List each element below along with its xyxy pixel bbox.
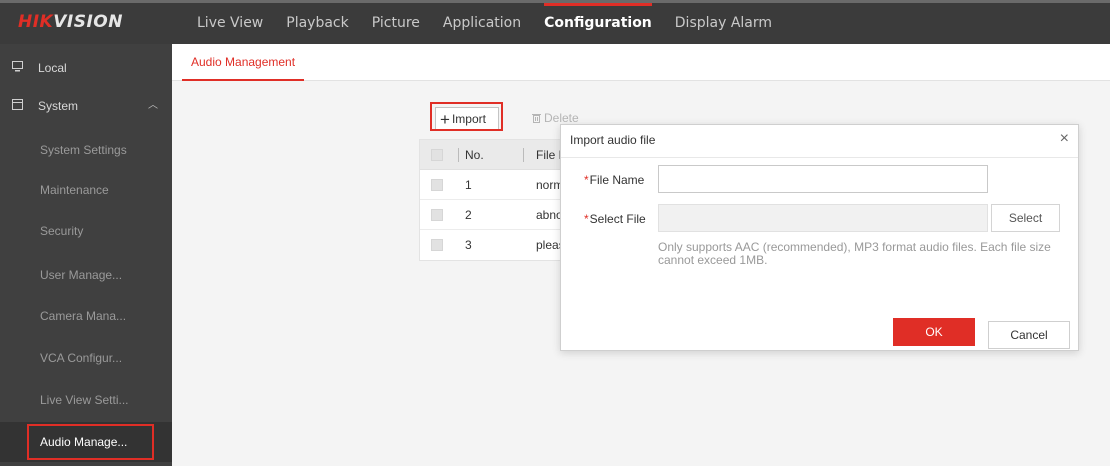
- tab-audio-management[interactable]: Audio Management: [182, 44, 305, 81]
- sidebar-item-label: System Settings: [40, 143, 127, 157]
- row-checkbox[interactable]: [431, 209, 443, 221]
- table-header: No. File N: [420, 140, 578, 170]
- ok-button[interactable]: OK: [893, 318, 975, 346]
- required-mark: *: [584, 212, 589, 226]
- select-file-path-field: [658, 204, 988, 232]
- delete-label: Delete: [544, 111, 579, 125]
- sidebar-item-live-view-settings[interactable]: Live View Setti...: [0, 380, 172, 420]
- hikvision-logo: HIKVISION: [18, 12, 123, 32]
- sidebar-item-user-management[interactable]: User Manage...: [0, 255, 172, 295]
- required-mark: *: [584, 173, 589, 187]
- logo-part1: HIK: [18, 12, 54, 32]
- sidebar-item-system-settings[interactable]: System Settings: [0, 130, 172, 170]
- system-icon: [12, 99, 23, 110]
- nav-application[interactable]: Application: [443, 0, 521, 44]
- file-name-input[interactable]: [658, 165, 988, 193]
- select-file-label: *Select File: [584, 212, 646, 226]
- audio-table: No. File N 1 norm 2 abno 3 pleas: [419, 139, 579, 261]
- select-all-checkbox[interactable]: [431, 149, 443, 161]
- table-row[interactable]: 3 pleas: [420, 230, 578, 260]
- sidebar-item-label: System: [38, 99, 79, 113]
- table-row[interactable]: 1 norm: [420, 170, 578, 200]
- import-audio-dialog: Import audio file × *File Name *Select F…: [560, 124, 1079, 351]
- sidebar: Local System ︿ System Settings Maintenan…: [0, 44, 172, 466]
- close-icon[interactable]: ×: [1060, 129, 1069, 149]
- cancel-button[interactable]: Cancel: [988, 321, 1070, 349]
- row-no: 2: [465, 208, 472, 222]
- highlight-box: [27, 424, 154, 460]
- sidebar-item-label: User Manage...: [40, 268, 123, 282]
- sidebar-item-security[interactable]: Security: [0, 211, 172, 251]
- sidebar-item-maintenance[interactable]: Maintenance: [0, 170, 172, 210]
- main-nav: Live View Playback Picture Application C…: [197, 0, 795, 44]
- select-file-button[interactable]: Select: [991, 204, 1060, 232]
- top-bar: HIKVISION Live View Playback Picture App…: [0, 0, 1110, 44]
- trash-icon: [532, 114, 541, 123]
- row-no: 1: [465, 178, 472, 192]
- divider: [561, 157, 1078, 158]
- select-file-label-text: Select File: [589, 212, 646, 226]
- nav-display-alarm[interactable]: Display Alarm: [675, 0, 772, 44]
- sidebar-item-label: Maintenance: [40, 183, 109, 197]
- table-row[interactable]: 2 abno: [420, 200, 578, 230]
- sidebar-item-camera-management[interactable]: Camera Mana...: [0, 296, 172, 336]
- sidebar-item-label: Local: [38, 61, 67, 75]
- monitor-icon: [12, 61, 23, 72]
- column-divider: [458, 148, 459, 162]
- nav-configuration[interactable]: Configuration: [544, 0, 652, 44]
- chevron-up-icon[interactable]: ︿: [148, 86, 158, 126]
- highlight-box: [430, 102, 503, 131]
- row-checkbox[interactable]: [431, 239, 443, 251]
- nav-live-view[interactable]: Live View: [197, 0, 263, 44]
- sidebar-item-system[interactable]: System ︿: [0, 86, 172, 126]
- sidebar-item-label: VCA Configur...: [40, 351, 123, 365]
- sidebar-item-vca-configuration[interactable]: VCA Configur...: [0, 338, 172, 378]
- sidebar-item-label: Camera Mana...: [40, 309, 127, 323]
- dialog-title: Import audio file: [570, 133, 656, 147]
- row-checkbox[interactable]: [431, 179, 443, 191]
- sidebar-item-local[interactable]: Local: [0, 48, 172, 88]
- header-no: No.: [465, 148, 484, 162]
- row-no: 3: [465, 238, 472, 252]
- logo-part2: VISION: [53, 12, 123, 32]
- nav-picture[interactable]: Picture: [372, 0, 420, 44]
- format-hint: Only supports AAC (recommended), MP3 for…: [658, 240, 1051, 267]
- sidebar-item-label: Security: [40, 224, 84, 238]
- file-name-label-text: File Name: [589, 173, 645, 187]
- nav-playback[interactable]: Playback: [286, 0, 348, 44]
- tab-bar: Audio Management: [172, 44, 1110, 81]
- column-divider: [523, 148, 524, 162]
- sidebar-item-label: Live View Setti...: [40, 393, 129, 407]
- file-name-label: *File Name: [584, 173, 644, 187]
